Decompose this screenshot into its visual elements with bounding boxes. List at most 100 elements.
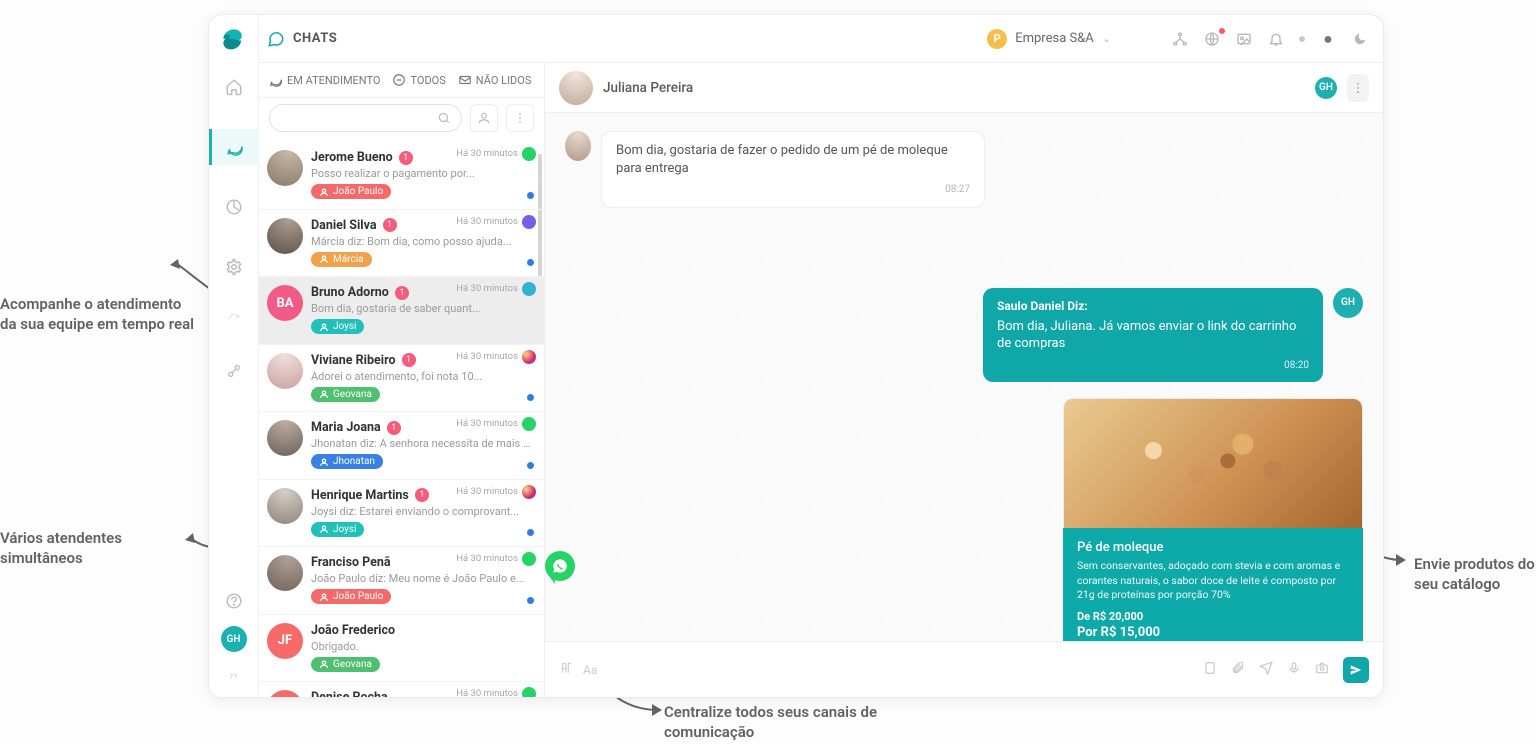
rail-chats[interactable] — [209, 129, 259, 165]
contact-name: Juliana Pereira — [603, 80, 693, 96]
rail-home[interactable] — [209, 69, 259, 105]
message-text: Bom dia, Juliana. Já vamos enviar o link… — [997, 318, 1309, 353]
channel-icon — [522, 282, 536, 296]
mic-icon[interactable] — [1287, 660, 1301, 679]
unread-dot — [527, 259, 534, 266]
avatar: BA — [267, 285, 303, 321]
company-name: Empresa S&A — [1015, 31, 1094, 46]
rail-help[interactable] — [209, 592, 259, 610]
topbar-icons: ● — [1171, 30, 1369, 48]
product-title: Pé de moleque — [1077, 540, 1349, 555]
send-button[interactable] — [1343, 657, 1369, 683]
product-description: Sem conservantes, adoçado com stevia e c… — [1077, 559, 1349, 602]
status-dot — [1299, 36, 1305, 42]
conversation-list-panel: EM ATENDIMENTO TODOS NÃO LIDOS Jerome Bu… — [259, 63, 545, 697]
send-plane-icon[interactable] — [1259, 660, 1273, 679]
attachment-icon[interactable] — [1231, 660, 1245, 679]
moon-icon[interactable] — [1351, 30, 1369, 48]
camera-icon[interactable] — [1315, 660, 1329, 679]
chat-header: Juliana Pereira GH — [545, 63, 1383, 113]
topbar: CHATS P Empresa S&A ⌄ ● — [209, 15, 1383, 63]
assignee-tag: Joysi — [311, 319, 364, 334]
agent-avatar: GH — [1333, 288, 1363, 318]
share-icon[interactable] — [1171, 30, 1189, 48]
messages-area[interactable]: Bom dia, gostaria de fazer o pedido de u… — [545, 113, 1383, 641]
search-input[interactable] — [269, 104, 462, 132]
list-tabs: EM ATENDIMENTO TODOS NÃO LIDOS — [259, 63, 544, 98]
globe-icon[interactable] — [1203, 30, 1221, 48]
whatsapp-icon — [522, 552, 536, 566]
annotation-products: Envie produtos do seu catálogo — [1414, 555, 1536, 594]
messenger-icon — [522, 215, 536, 229]
assignee-tag: Márcia — [311, 252, 372, 267]
quick-reply-icon[interactable] — [1203, 660, 1217, 679]
avatar — [267, 218, 303, 254]
conversation-scroll[interactable]: Jerome Bueno1 Posso realizar o pagamento… — [259, 142, 544, 697]
contact-avatar[interactable] — [559, 71, 593, 105]
chat-panel: Juliana Pereira GH Bom dia, gostaria de … — [545, 63, 1383, 697]
chat-more-icon[interactable] — [1347, 74, 1369, 102]
product-image — [1063, 398, 1363, 528]
avatar — [267, 353, 303, 389]
rail-agent-avatar[interactable]: GH — [221, 626, 247, 652]
format-icon[interactable] — [559, 660, 573, 679]
app-shell: CHATS P Empresa S&A ⌄ ● GH ›› — [208, 14, 1384, 698]
instagram-icon — [522, 350, 536, 364]
whatsapp-icon — [522, 417, 536, 431]
conversation-item[interactable]: JF João Frederico Obrigado. Geovana — [259, 615, 544, 683]
theme-dot-icon[interactable]: ● — [1319, 30, 1337, 48]
message-incoming: Bom dia, gostaria de fazer o pedido de u… — [565, 131, 985, 208]
tab-unread[interactable]: NÃO LIDOS — [458, 73, 532, 87]
conversation-item[interactable]: BA Bruno Adorno1 Bom dia, gostaria de sa… — [259, 277, 544, 345]
tab-in-service[interactable]: EM ATENDIMENTO — [269, 73, 380, 87]
whatsapp-icon — [522, 147, 536, 161]
assignee-tag: Geovana — [311, 387, 380, 402]
message-text: Bom dia, gostaria de fazer o pedido de u… — [616, 142, 970, 177]
unread-dot — [527, 462, 534, 469]
whatsapp-icon — [522, 687, 536, 697]
page-title: CHATS — [293, 31, 337, 46]
filter-user-icon[interactable] — [470, 104, 498, 132]
search-row — [259, 98, 544, 142]
message-input[interactable]: Aa — [583, 663, 1193, 677]
product-card: Pé de moleque Sem conservantes, adoçado … — [1063, 398, 1363, 641]
main-area: EM ATENDIMENTO TODOS NÃO LIDOS Jerome Bu… — [259, 63, 1383, 697]
assignee-tag: Jhonatan — [311, 454, 383, 469]
avatar: JF — [267, 623, 303, 659]
assignee-tag: Geovana — [311, 657, 380, 672]
avatar — [267, 420, 303, 456]
rail-settings[interactable] — [209, 249, 259, 285]
agent-avatar[interactable]: GH — [1315, 77, 1337, 99]
conversation-item[interactable]: Daniel Silva1 Márcia diz: Bom dia, como … — [259, 210, 544, 278]
composer: Aa — [545, 641, 1383, 697]
search-icon — [437, 111, 451, 125]
tab-all[interactable]: TODOS — [392, 73, 445, 87]
company-selector[interactable]: P Empresa S&A ⌄ — [987, 29, 1111, 49]
image-icon[interactable] — [1235, 30, 1253, 48]
rail-expand[interactable]: ›› — [230, 668, 238, 683]
annotation-channels: Centralize todos seus canais de comunica… — [664, 703, 894, 742]
conversation-item[interactable]: Jerome Bueno1 Posso realizar o pagamento… — [259, 142, 544, 210]
avatar — [267, 555, 303, 591]
unread-dot — [527, 394, 534, 401]
conversation-item[interactable]: DR Denise Rocha Ok, fico no aguardo Há 3… — [259, 682, 544, 697]
annotation-realtime: Acompanhe o atendimento da sua equipe em… — [0, 295, 195, 334]
message-time: 08:20 — [997, 359, 1309, 373]
message-time: 08:27 — [616, 183, 970, 197]
conversation-item[interactable]: Viviane Ribeiro1 Adorei o atendimento, f… — [259, 345, 544, 413]
message-outgoing: Saulo Daniel Diz: Bom dia, Juliana. Já v… — [983, 288, 1363, 383]
rail-refresh[interactable] — [209, 309, 259, 329]
rail-reports[interactable] — [209, 189, 259, 225]
assignee-tag: João Paulo — [311, 589, 391, 604]
assignee-tag: João Paulo — [311, 184, 391, 199]
rail-integrations[interactable] — [209, 353, 259, 389]
unread-dot — [527, 192, 534, 199]
bell-icon[interactable] — [1267, 30, 1285, 48]
list-more-icon[interactable] — [506, 104, 534, 132]
logo-icon — [217, 23, 249, 55]
chats-icon — [267, 30, 285, 48]
conversation-item[interactable]: Franciso Penã João Paulo diz: Meu nome é… — [259, 547, 544, 615]
conversation-item[interactable]: Henrique Martins1 Joysi diz: Estarei env… — [259, 480, 544, 548]
avatar — [267, 488, 303, 524]
conversation-item[interactable]: Maria Joana1 Jhonatan diz: A senhora nec… — [259, 412, 544, 480]
